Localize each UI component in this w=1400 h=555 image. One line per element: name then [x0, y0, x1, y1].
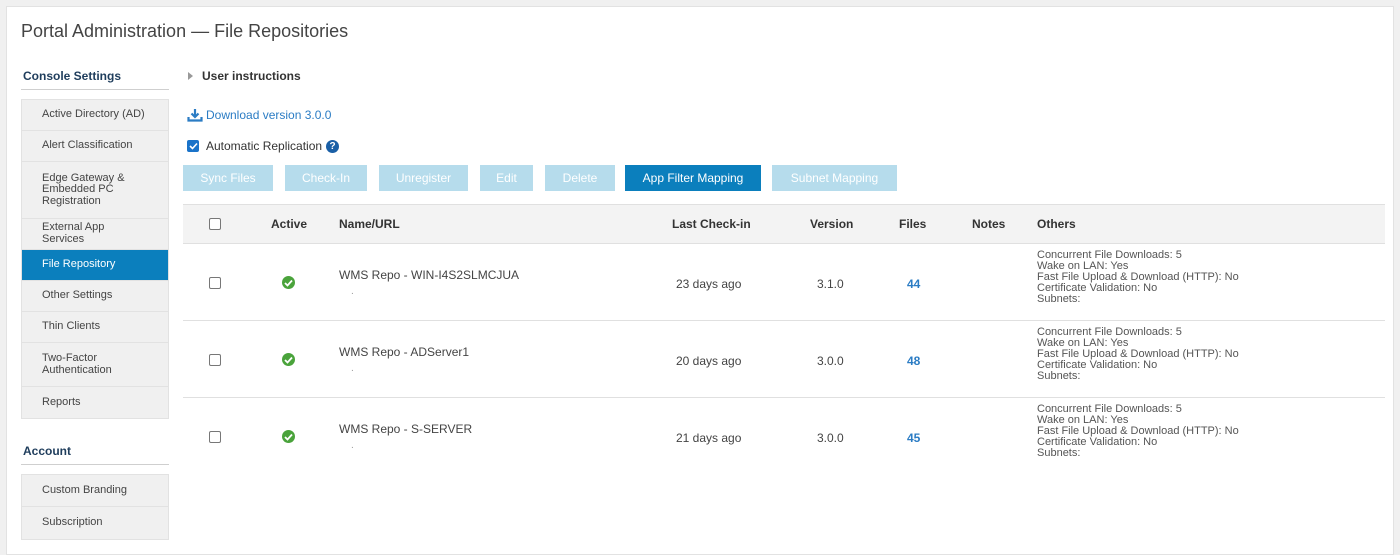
row-checkbox[interactable]: [209, 431, 221, 443]
page-title: Portal Administration — File Repositorie…: [21, 21, 349, 41]
others-line: Subnets:: [1037, 447, 1081, 459]
sidebar: Console Settings Active Directory (AD) A…: [21, 67, 169, 540]
sidebar-item-label: Alert Classification: [42, 139, 133, 152]
repo-url: .: [351, 286, 354, 297]
download-icon: [187, 109, 203, 122]
sidebar-item-label: Custom Branding: [42, 483, 127, 496]
unregister-button[interactable]: Unregister: [379, 165, 468, 191]
active-check-icon: [282, 276, 295, 289]
automatic-replication-checkbox[interactable]: [187, 140, 199, 152]
download-label: Download version 3.0.0: [206, 108, 332, 122]
table-row[interactable]: WMS Repo - S-SERVER . 21 days ago 3.0.0 …: [183, 398, 1385, 475]
sidebar-item-label: Thin Clients: [42, 320, 101, 333]
sidebar-item-reports[interactable]: Reports: [22, 387, 168, 418]
column-active[interactable]: Active: [271, 205, 307, 243]
row-checkbox[interactable]: [209, 277, 221, 289]
row-checkbox[interactable]: [209, 354, 221, 366]
automatic-replication-label: Automatic Replication: [206, 139, 323, 153]
others-details: Concurrent File Downloads: 5 Wake on LAN…: [1037, 404, 1239, 459]
repo-url: .: [351, 440, 354, 451]
sidebar-item-two-factor-authentication[interactable]: Two-Factor Authentication: [22, 343, 168, 387]
sidebar-item-other-settings[interactable]: Other Settings: [22, 281, 168, 312]
repo-name[interactable]: WMS Repo - WIN-I4S2SLMCJUA: [339, 268, 519, 282]
main-content: User instructions Download version 3.0.0…: [183, 67, 1387, 459]
others-details: Concurrent File Downloads: 5 Wake on LAN…: [1037, 250, 1239, 305]
last-check-in: 21 days ago: [676, 431, 742, 445]
repositories-table: Active Name/URL Last Check-in Version Fi…: [183, 204, 1385, 475]
app-filter-mapping-button[interactable]: App Filter Mapping: [625, 165, 761, 191]
sidebar-item-label: Two-Factor Authentication: [42, 351, 112, 376]
page-frame: Portal Administration — File Repositorie…: [6, 6, 1394, 555]
sidebar-item-label: Reports: [42, 395, 81, 408]
account-list: Custom Branding Subscription: [21, 474, 169, 540]
column-notes[interactable]: Notes: [972, 205, 1005, 243]
column-version[interactable]: Version: [810, 205, 853, 243]
table-row[interactable]: WMS Repo - ADServer1 . 20 days ago 3.0.0…: [183, 321, 1385, 398]
user-instructions-toggle[interactable]: User instructions: [183, 67, 1387, 85]
repo-name[interactable]: WMS Repo - ADServer1: [339, 345, 469, 359]
caret-right-icon: [188, 72, 193, 80]
files-count-link[interactable]: 44: [907, 277, 920, 291]
sidebar-item-label: Other Settings: [42, 289, 113, 302]
repo-name[interactable]: WMS Repo - S-SERVER: [339, 422, 472, 436]
others-line: Subnets:: [1037, 370, 1081, 382]
account-heading: Account: [21, 442, 169, 465]
sync-files-button[interactable]: Sync Files: [183, 165, 273, 191]
console-settings-list: Active Directory (AD) Alert Classificati…: [21, 99, 169, 419]
automatic-replication: Automatic Replication ?: [187, 139, 340, 153]
column-others[interactable]: Others: [1037, 205, 1076, 243]
column-last-check-in[interactable]: Last Check-in: [672, 205, 751, 243]
last-check-in: 20 days ago: [676, 354, 742, 368]
others-line: Subnets:: [1037, 293, 1081, 305]
sidebar-item-file-repository[interactable]: File Repository: [22, 250, 168, 281]
sidebar-item-subscription[interactable]: Subscription: [22, 507, 168, 539]
last-check-in: 23 days ago: [676, 277, 742, 291]
sidebar-item-label: File Repository: [42, 258, 116, 271]
repo-url: .: [351, 363, 354, 374]
sidebar-item-label: Active Directory (AD): [42, 108, 145, 121]
sidebar-item-thin-clients[interactable]: Thin Clients: [22, 312, 168, 343]
version: 3.0.0: [817, 354, 844, 368]
sidebar-item-label: External App Services: [42, 221, 105, 245]
user-instructions-label: User instructions: [202, 69, 301, 83]
select-all-checkbox[interactable]: [209, 218, 221, 230]
sidebar-item-edge-gateway[interactable]: Edge Gateway & Embedded PC Registration: [22, 162, 168, 219]
select-all-checkbox-cell: [209, 205, 221, 243]
subnet-mapping-button[interactable]: Subnet Mapping: [772, 165, 897, 191]
table-header: Active Name/URL Last Check-in Version Fi…: [183, 204, 1385, 244]
delete-button[interactable]: Delete: [545, 165, 615, 191]
files-count-link[interactable]: 48: [907, 354, 920, 368]
active-check-icon: [282, 353, 295, 366]
active-check-icon: [282, 430, 295, 443]
table-row[interactable]: WMS Repo - WIN-I4S2SLMCJUA . 23 days ago…: [183, 244, 1385, 321]
version: 3.0.0: [817, 431, 844, 445]
version: 3.1.0: [817, 277, 844, 291]
column-files[interactable]: Files: [899, 205, 926, 243]
sidebar-item-label: Edge Gateway & Embedded PC Registration: [42, 171, 125, 207]
edit-button[interactable]: Edit: [480, 165, 533, 191]
files-count-link[interactable]: 45: [907, 431, 920, 445]
sidebar-item-custom-branding[interactable]: Custom Branding: [22, 475, 168, 507]
console-settings-heading: Console Settings: [21, 67, 169, 90]
sidebar-item-label: Subscription: [42, 516, 103, 529]
sidebar-item-active-directory[interactable]: Active Directory (AD): [22, 100, 168, 131]
download-link[interactable]: Download version 3.0.0: [187, 108, 331, 122]
sidebar-item-alert-classification[interactable]: Alert Classification: [22, 131, 168, 162]
sidebar-item-external-app-services[interactable]: External App Services: [22, 219, 168, 250]
others-details: Concurrent File Downloads: 5 Wake on LAN…: [1037, 327, 1239, 382]
help-icon[interactable]: ?: [326, 139, 340, 153]
column-name-url[interactable]: Name/URL: [339, 205, 400, 243]
check-in-button[interactable]: Check-In: [285, 165, 367, 191]
